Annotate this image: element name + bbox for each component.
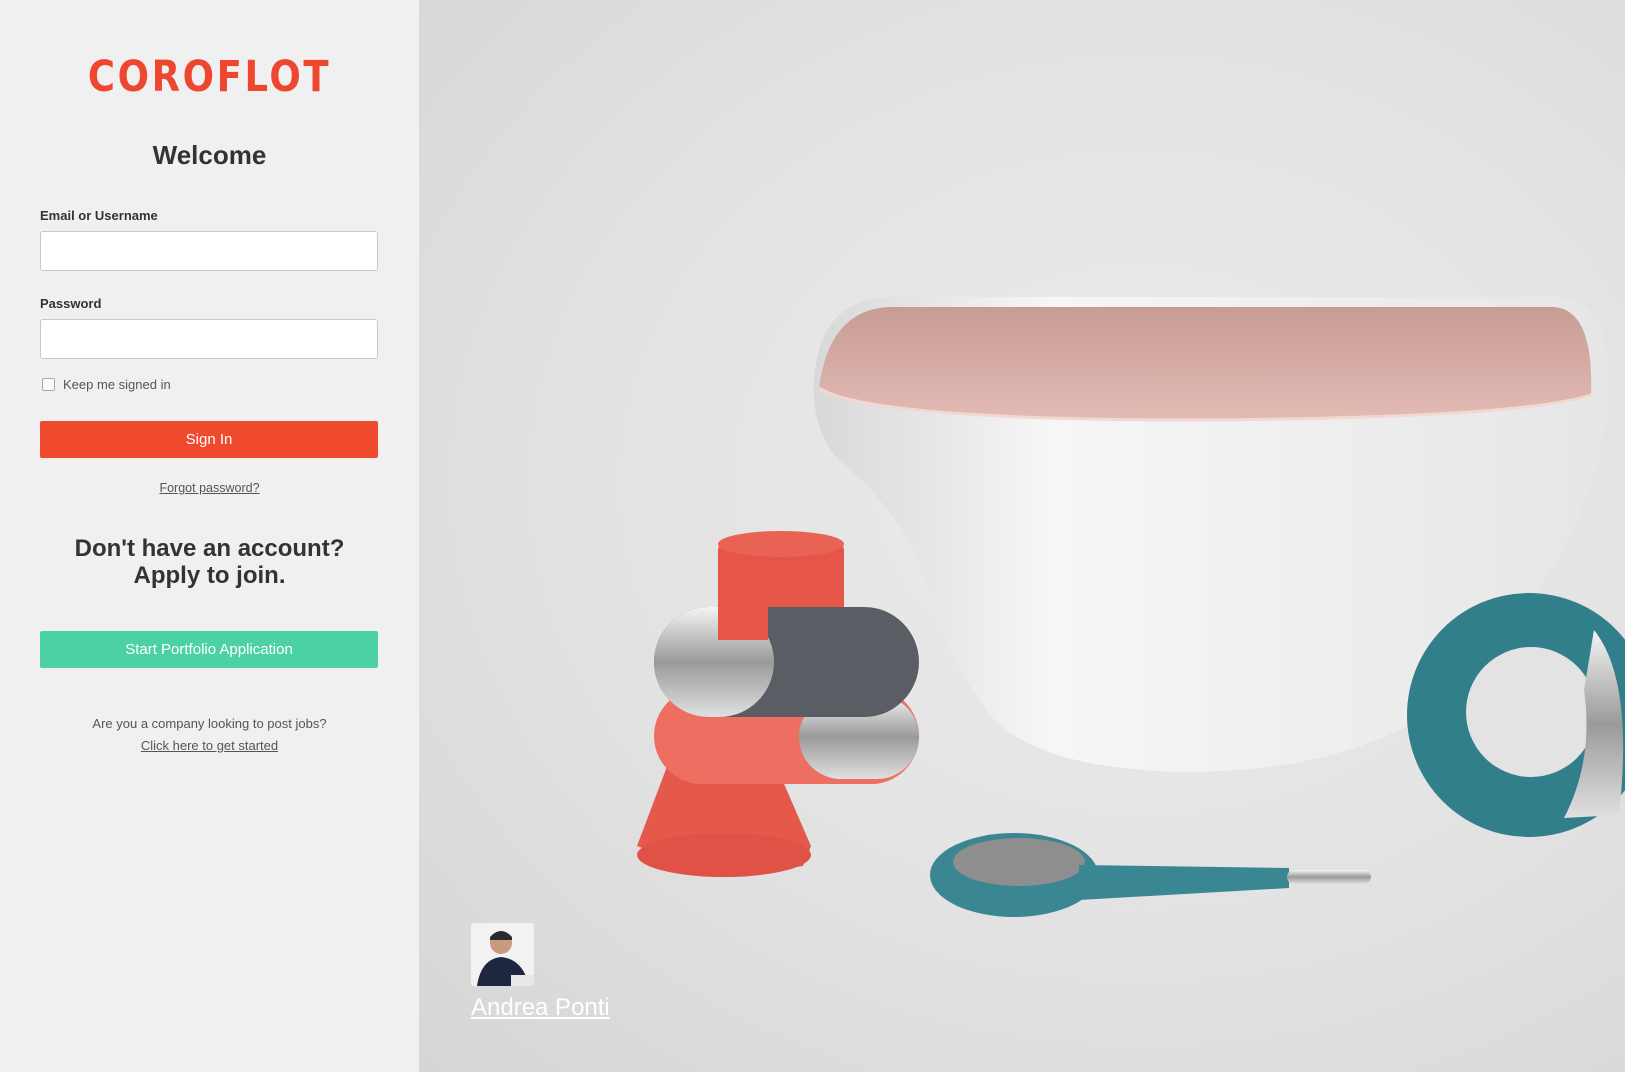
photographer-name-link[interactable]: Andrea Ponti — [471, 994, 610, 1022]
welcome-title: Welcome — [152, 140, 267, 170]
start-portfolio-application-button[interactable]: Start Portfolio Application — [40, 631, 378, 668]
forgot-password-wrap: Forgot password? — [0, 481, 419, 495]
keep-signed-in-checkbox[interactable] — [42, 378, 55, 391]
login-panel: COROFLOT Welcome Email or Username Passw… — [0, 0, 419, 1072]
company-get-started-link[interactable]: Click here to get started — [0, 735, 419, 757]
forgot-password-link[interactable]: Forgot password? — [159, 481, 259, 495]
signup-headline-line2: Apply to join. — [133, 562, 286, 589]
coroflot-logo[interactable]: COROFLOT — [29, 52, 389, 102]
password-field[interactable] — [40, 319, 378, 359]
email-field[interactable] — [40, 231, 378, 271]
hero-photo: Andrea Ponti — [419, 0, 1625, 1072]
signup-headline-line1: Don't have an account? — [74, 535, 345, 562]
teal-spoon — [930, 833, 1371, 917]
product-photo-illustration — [637, 297, 1625, 917]
keep-signed-in[interactable]: Keep me signed in — [42, 377, 171, 392]
photographer-avatar[interactable] — [471, 923, 534, 986]
stacked-infuser — [637, 531, 919, 877]
company-question: Are you a company looking to post jobs? — [92, 716, 327, 731]
keep-signed-in-label[interactable]: Keep me signed in — [63, 377, 171, 392]
signup-headline: Don't have an account? Apply to join. — [0, 535, 419, 589]
password-label: Password — [40, 296, 102, 311]
company-section: Are you a company looking to post jobs? … — [0, 713, 419, 757]
email-label: Email or Username — [40, 208, 158, 223]
sign-in-button[interactable]: Sign In — [40, 421, 378, 458]
person-avatar-icon — [471, 923, 534, 986]
